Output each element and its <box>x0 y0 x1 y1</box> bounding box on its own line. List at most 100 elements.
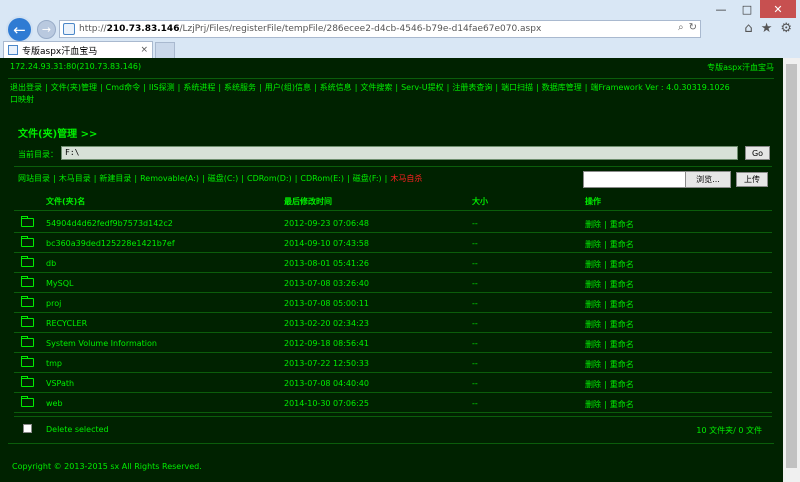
drive-separator: | <box>53 174 56 183</box>
rename-link[interactable]: 重命名 <box>610 380 634 389</box>
delete-link[interactable]: 删除 <box>585 240 601 249</box>
close-window-button[interactable]: ✕ <box>760 0 796 18</box>
folder-name-link[interactable]: VSPath <box>46 379 74 388</box>
delete-link[interactable]: 删除 <box>585 300 601 309</box>
drive-link[interactable]: 磁盘(F:) <box>353 174 382 183</box>
menu-item[interactable]: 文件(夹)管理 <box>51 83 97 92</box>
drive-link[interactable]: Removable(A:) <box>140 174 199 183</box>
delete-link[interactable]: 删除 <box>585 220 601 229</box>
menu-item[interactable]: 用户(组)信息 <box>265 83 311 92</box>
modified-time: 2013-07-08 05:00:11 <box>284 299 369 308</box>
row-actions: 删除 | 重命名 <box>585 359 634 370</box>
rename-link[interactable]: 重命名 <box>610 280 634 289</box>
divider <box>14 416 772 417</box>
drive-link[interactable]: 磁盘(C:) <box>208 174 239 183</box>
action-separator: | <box>604 380 607 389</box>
menu-item[interactable]: Serv-U提权 <box>401 83 444 92</box>
row-actions: 删除 | 重命名 <box>585 379 634 390</box>
delete-link[interactable]: 删除 <box>585 340 601 349</box>
webshell-page: 172.24.93.31:80(210.73.83.146) 专版aspx汗血宝… <box>0 58 800 482</box>
menu-item[interactable]: 系统信息 <box>320 83 352 92</box>
drive-separator: | <box>347 174 350 183</box>
rename-link[interactable]: 重命名 <box>610 320 634 329</box>
delete-link[interactable]: 删除 <box>585 380 601 389</box>
delete-link[interactable]: 删除 <box>585 360 601 369</box>
delete-link[interactable]: 删除 <box>585 320 601 329</box>
drive-link[interactable]: 新建目录 <box>99 174 131 183</box>
folder-name-link[interactable]: db <box>46 259 56 268</box>
folder-icon <box>21 336 34 347</box>
menu-item[interactable]: 数据库管理 <box>542 83 582 92</box>
tab-close-icon[interactable]: × <box>140 45 148 55</box>
folder-name-link[interactable]: MySQL <box>46 279 73 288</box>
drive-link[interactable]: 木马目录 <box>59 174 91 183</box>
scrollbar-thumb[interactable] <box>786 64 797 468</box>
folder-name-link[interactable]: web <box>46 399 63 408</box>
drive-separator: | <box>202 174 205 183</box>
rename-link[interactable]: 重命名 <box>610 360 634 369</box>
menu-item[interactable]: 退出登录 <box>10 83 42 92</box>
favorites-star-icon[interactable]: ★ <box>761 21 773 36</box>
tab-title: 专版aspx汗血宝马 <box>22 46 98 57</box>
drive-separator: | <box>294 174 298 183</box>
drive-link[interactable]: 网站目录 <box>18 174 50 183</box>
rename-link[interactable]: 重命名 <box>610 220 634 229</box>
rename-link[interactable]: 重命名 <box>610 400 634 409</box>
rename-link[interactable]: 重命名 <box>610 240 634 249</box>
folder-icon <box>21 396 34 407</box>
rename-link[interactable]: 重命名 <box>610 260 634 269</box>
folder-name-link[interactable]: bc360a39ded125228e1421b7ef <box>46 239 175 248</box>
delete-link[interactable]: 删除 <box>585 400 601 409</box>
settings-gear-icon[interactable]: ⚙ <box>780 21 792 36</box>
divider <box>14 210 772 211</box>
maximize-button[interactable]: □ <box>734 0 760 18</box>
browse-button[interactable]: 浏览... <box>685 172 730 187</box>
select-all-checkbox[interactable] <box>23 424 32 433</box>
delete-link[interactable]: 删除 <box>585 260 601 269</box>
forward-button[interactable]: → <box>37 20 56 39</box>
home-icon[interactable]: ⌂ <box>744 21 752 36</box>
upload-button[interactable]: 上传 <box>736 172 768 187</box>
folder-name-link[interactable]: proj <box>46 299 61 308</box>
menu-item[interactable]: 端Framework Ver : 4.0.30319.1026 <box>590 83 729 92</box>
table-row: System Volume Information 2012-09-18 08:5… <box>0 333 800 353</box>
size: -- <box>472 299 478 308</box>
menu-item[interactable]: 文件搜索 <box>360 83 392 92</box>
header-time: 最后修改时间 <box>284 197 332 206</box>
folder-name-link[interactable]: System Volume Information <box>46 339 157 348</box>
table-header: 文件(夹)名 最后修改时间 大小 操作 <box>0 196 800 210</box>
action-separator: | <box>604 300 607 309</box>
menu-item[interactable]: 系统进程 <box>183 83 215 92</box>
folder-name-link[interactable]: 54904d4d62fedf9b7573d142c2 <box>46 219 173 228</box>
back-button[interactable]: ← <box>6 16 33 43</box>
folder-icon <box>21 316 34 327</box>
browser-tab-active[interactable]: 专版aspx汗血宝马 × <box>3 41 153 58</box>
current-dir-input[interactable]: F:\ <box>61 146 738 160</box>
minimize-button[interactable]: — <box>708 0 734 18</box>
delete-selected-link[interactable]: Delete selected <box>46 425 109 434</box>
new-tab-button[interactable] <box>155 42 175 58</box>
menu-item[interactable]: 口映射 <box>10 95 34 104</box>
scrollbar[interactable] <box>783 58 800 482</box>
rename-link[interactable]: 重命名 <box>610 340 634 349</box>
menu-item[interactable]: 端口扫描 <box>501 83 533 92</box>
refresh-icon[interactable]: ↻ <box>689 22 697 33</box>
arrow-right-icon: → <box>41 23 52 36</box>
search-icon[interactable]: ⌕ <box>678 22 684 33</box>
menu-item[interactable]: 注册表查询 <box>452 83 492 92</box>
go-button[interactable]: Go <box>745 146 770 160</box>
menu-item[interactable]: Cmd命令 <box>106 83 140 92</box>
browser-navbar: ← → http://210.73.83.146/LzjPrj/Files/re… <box>0 16 800 43</box>
menu-item[interactable]: IIS探测 <box>149 83 175 92</box>
rename-link[interactable]: 重命名 <box>610 300 634 309</box>
folder-name-link[interactable]: RECYCLER <box>46 319 87 328</box>
address-bar[interactable]: http://210.73.83.146/LzjPrj/Files/regist… <box>59 20 701 38</box>
size: -- <box>472 259 478 268</box>
action-separator: | <box>604 340 607 349</box>
delete-link[interactable]: 删除 <box>585 280 601 289</box>
folder-name-link[interactable]: tmp <box>46 359 62 368</box>
self-delete-link[interactable]: 木马自杀 <box>390 174 422 183</box>
menu-item[interactable]: 系统服务 <box>224 83 256 92</box>
drive-link[interactable]: CDRom(D:) <box>247 174 292 183</box>
drive-link[interactable]: CDRom(E:) <box>300 174 344 183</box>
